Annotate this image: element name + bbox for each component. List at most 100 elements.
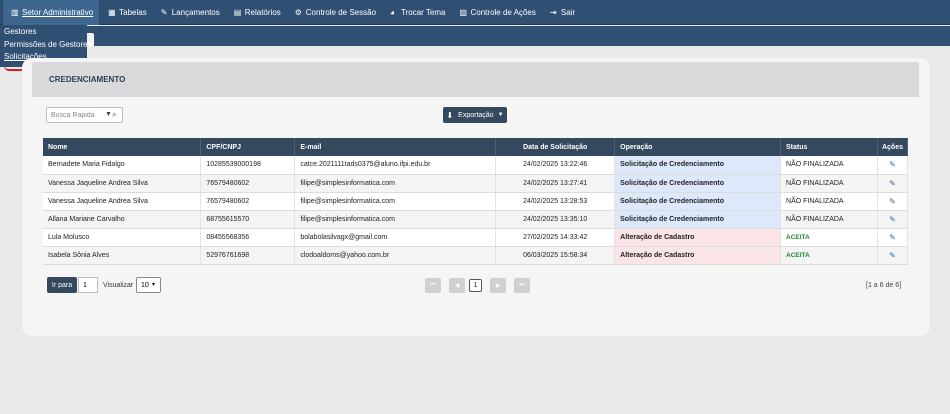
cell-nome: Lula Molusco: [43, 228, 202, 247]
cell-nome: Allana Mariane Carvalho: [43, 210, 202, 229]
cell-data: 24/02/2025 13:27:41: [495, 174, 616, 193]
table-row[interactable]: Bernadete Maria Fidalgo 10285539000198 cat…: [43, 156, 909, 175]
go-to-page-input[interactable]: 1: [78, 277, 98, 293]
export-button[interactable]: ⬇ Exportação ▼: [443, 107, 507, 123]
edit-icon[interactable]: ✎: [889, 160, 896, 169]
current-page[interactable]: 1: [469, 279, 482, 292]
next-page-button[interactable]: ▶: [490, 278, 506, 293]
menu-item-1[interactable]: ▦ Tabelas: [100, 0, 153, 25]
cell-acoes: ✎: [877, 156, 909, 175]
menu-item-5[interactable]: ◕ Trocar Tema: [382, 0, 451, 25]
menu-item-4[interactable]: ⚙ Controle de Sessão: [287, 0, 382, 25]
table-header-row: Nome CPF/CNPJ E-mail Data de Solicitação…: [43, 138, 909, 156]
cell-acoes: ✎: [877, 210, 909, 229]
cell-email: filipe@simplesinformatica.com: [294, 210, 497, 229]
menu-item-label: Controle de Ações: [470, 8, 536, 17]
edit-icon[interactable]: ✎: [889, 179, 896, 188]
edit-icon[interactable]: ✎: [889, 215, 896, 224]
report-icon: ▤: [233, 8, 242, 17]
requests-table: Nome CPF/CNPJ E-mail Data de Solicitação…: [43, 138, 909, 265]
table-row[interactable]: Vanessa Jaqueline Andrea Silva 7657948060…: [43, 192, 909, 211]
cell-cpf: 10285539000198: [200, 156, 296, 175]
cell-nome: Vanessa Jaqueline Andrea Silva: [43, 174, 202, 193]
cell-acoes: ✎: [877, 174, 909, 193]
cell-acoes: ✎: [877, 228, 909, 247]
cell-cpf: 68755615570: [200, 210, 296, 229]
go-to-page-button[interactable]: Ir para: [47, 277, 77, 293]
menu-item-label: Lançamentos: [171, 8, 220, 17]
cell-operacao: Solicitação de Credenciamento: [614, 156, 782, 175]
rows-per-page-select[interactable]: 10 ▾: [136, 277, 161, 293]
logout-icon: ⇥: [549, 8, 557, 17]
col-cpf[interactable]: CPF/CNPJ: [200, 138, 296, 156]
prev-page-button[interactable]: ◀: [449, 278, 465, 293]
cell-status: NÃO FINALIZADA: [780, 174, 878, 193]
cell-nome: Vanessa Jaqueline Andrea Silva: [43, 192, 202, 211]
cell-status: NÃO FINALIZADA: [780, 192, 878, 211]
quick-search[interactable]: Busca Rapida ▼ ⌕: [46, 107, 123, 123]
export-label: Exportação: [458, 111, 494, 119]
col-operacao[interactable]: Operação: [614, 138, 782, 156]
edit-icon[interactable]: ✎: [889, 233, 896, 242]
menu-item-2[interactable]: ✎ Lançamentos: [153, 0, 226, 25]
menu-item-0[interactable]: ▥ Setor Administrativo: [2, 0, 101, 25]
cell-email: filipe@simplesinformatica.com: [294, 174, 497, 193]
caret-down-icon[interactable]: ▼: [105, 111, 112, 118]
search-icon[interactable]: ⌕: [112, 110, 116, 120]
dropdown-item-0[interactable]: Gestores: [0, 26, 87, 39]
cell-status: ACEITA: [780, 228, 878, 247]
building-icon: ▥: [11, 8, 19, 17]
cell-email: clodoaldoms@yahoo.com.br: [294, 246, 497, 265]
dropdown-item-1[interactable]: Permissões de Gestores: [0, 39, 92, 52]
edit-icon[interactable]: ✎: [889, 197, 896, 206]
menu-item-label: Setor Administrativo: [22, 8, 94, 17]
col-email[interactable]: E-mail: [294, 138, 497, 156]
gear-icon: ⚙: [294, 8, 302, 17]
menu-item-label: Tabelas: [119, 8, 147, 17]
caret-down-icon: ▼: [497, 112, 504, 118]
cell-operacao: Solicitação de Credenciamento: [614, 192, 782, 211]
col-nome[interactable]: Nome: [43, 138, 202, 156]
cell-acoes: ✎: [877, 246, 909, 265]
records-summary: [1 a 6 de 6]: [866, 282, 902, 289]
table-row[interactable]: Lula Molusco 08455568356 bolabolasilvagx@g…: [43, 228, 909, 247]
cell-operacao: Solicitação de Credenciamento: [614, 174, 782, 193]
cell-operacao: Solicitação de Credenciamento: [614, 210, 782, 229]
cell-data: 06/03/2025 15:58:34: [495, 246, 616, 265]
chevron-down-icon: ▾: [152, 282, 156, 288]
first-page-button[interactable]: ⏮: [425, 278, 441, 293]
menu-item-7[interactable]: ⇥ Sair: [542, 0, 581, 25]
edit-icon[interactable]: ✎: [889, 251, 896, 260]
cell-nome: Isabela Sônia Alves: [43, 246, 202, 265]
cell-nome: Bernadete Maria Fidalgo: [43, 156, 202, 175]
menu-item-label: Sair: [560, 8, 576, 17]
cell-status: ACEITA: [780, 246, 878, 265]
cell-cpf: 52976761698: [200, 246, 296, 265]
section-header: CREDENCIAMENTO: [32, 62, 919, 97]
table-row[interactable]: Vanessa Jaqueline Andrea Silva 7657948060…: [43, 174, 909, 193]
cell-data: 24/02/2025 13:22:46: [495, 156, 616, 175]
table-row[interactable]: Allana Mariane Carvalho 68755615570 filipe…: [43, 210, 909, 229]
last-page-button[interactable]: ⏭: [514, 278, 530, 293]
cell-data: 24/02/2025 13:28:53: [495, 192, 616, 211]
cell-operacao: Alteração de Cadastro: [614, 246, 782, 265]
pencil-icon: ✎: [160, 8, 168, 17]
cell-data: 24/02/2025 13:35:10: [495, 210, 616, 229]
search-placeholder: Busca Rapida: [51, 112, 95, 119]
menu-item-3[interactable]: ▤ Relatórios: [226, 0, 287, 25]
menu-item-label: Controle de Sessão: [305, 8, 377, 17]
cell-cpf: 76579480602: [200, 192, 296, 211]
col-data[interactable]: Data de Solicitação: [495, 138, 616, 156]
col-acoes: Ações: [877, 138, 909, 156]
cell-data: 27/02/2025 14:33:42: [495, 228, 616, 247]
download-icon: ⬇: [446, 110, 454, 120]
cell-status: NÃO FINALIZADA: [780, 210, 878, 229]
cell-operacao: Alteração de Cadastro: [614, 228, 782, 247]
menu-item-label: Relatórios: [244, 8, 281, 17]
top-navbar: ▥ Setor Administrativo ▦ Tabelas ✎ Lançamento…: [0, 0, 950, 25]
cell-email: filipe@simplesinformatica.com: [294, 192, 497, 211]
menu-item-6[interactable]: ▨ Controle de Ações: [452, 0, 542, 25]
table-row[interactable]: Isabela Sônia Alves 52976761698 clodoaldom…: [43, 246, 909, 265]
col-status[interactable]: Status: [780, 138, 878, 156]
table-icon: ▦: [108, 8, 116, 17]
